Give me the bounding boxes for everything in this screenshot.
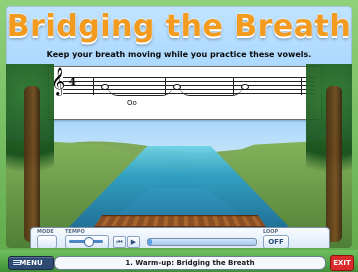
menu-button[interactable]: MENU: [8, 256, 54, 270]
progress-track[interactable]: [147, 238, 257, 246]
loop-toggle[interactable]: OFF: [263, 235, 289, 248]
play-icon[interactable]: ▶: [127, 236, 140, 248]
progress-fill: [148, 239, 153, 245]
bridge: [93, 214, 267, 228]
exit-button[interactable]: EXIT: [330, 255, 354, 271]
staff-line: [63, 81, 315, 82]
menu-icon: [13, 260, 21, 266]
tree-trunk-left: [24, 86, 40, 242]
staff-line: [63, 77, 315, 78]
tempo-slider-thumb[interactable]: [83, 237, 94, 247]
page-title: Bridging the Breath: [6, 9, 352, 44]
music-score: 𝄞 4 Oo: [48, 66, 322, 120]
rewind-icon[interactable]: ⏮: [113, 236, 126, 248]
tie: [107, 85, 173, 96]
barline: [93, 77, 94, 95]
page-subtitle: Keep your breath moving while you practi…: [46, 50, 312, 59]
lyric-oo: Oo: [127, 99, 137, 107]
barline: [301, 77, 302, 95]
player-controls: MODE TEMPO ⏮ ▶ LOOP OFF: [30, 227, 330, 248]
tree-trunk-right: [326, 86, 342, 242]
track-title: 1. Warm-up: Bridging the Breath: [54, 256, 326, 270]
tie: [179, 85, 243, 96]
menu-label: MENU: [19, 259, 43, 267]
time-signature: 4: [69, 77, 76, 88]
stage: Bridging the Breath Keep your breath mov…: [6, 6, 352, 248]
mode-selector[interactable]: [37, 235, 57, 248]
